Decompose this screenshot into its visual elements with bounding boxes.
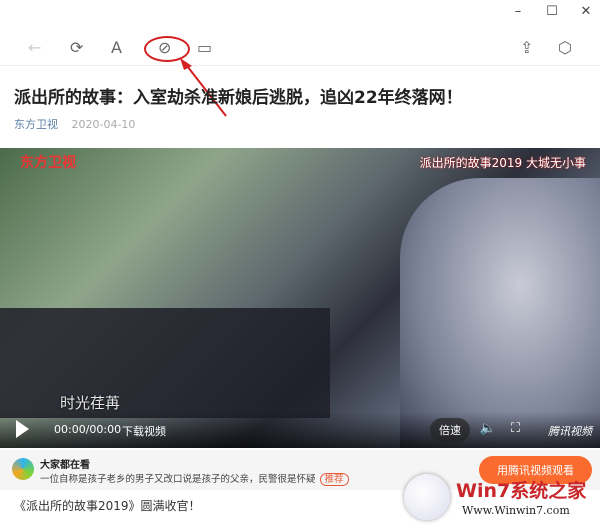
download-video-button[interactable]: 下载视频 bbox=[122, 423, 166, 439]
tencent-video-logo-icon bbox=[12, 458, 34, 480]
article-source[interactable]: 东方卫视 bbox=[14, 118, 58, 131]
refresh-icon[interactable]: ⟳ bbox=[70, 38, 83, 57]
video-time: 00:00/00:00 bbox=[54, 423, 122, 436]
toolbar: ← ⟳ A ⊘ ▭ ⇪ ⬡ bbox=[0, 34, 600, 66]
volume-icon[interactable]: 🔈 bbox=[480, 421, 496, 436]
watermark-name: Win7系统之家 bbox=[456, 480, 587, 502]
article-date: 2020-04-10 bbox=[71, 118, 136, 131]
video-monitors bbox=[0, 308, 330, 418]
close-button[interactable]: ✕ bbox=[578, 4, 594, 19]
video-controls: 00:00/00:00 下载视频 倍速 🔈 ⛶ 腾讯视频 bbox=[0, 412, 600, 448]
share-icon[interactable]: ⇪ bbox=[520, 38, 533, 57]
reader-mode-icon[interactable]: ▭ bbox=[197, 38, 212, 57]
maximize-button[interactable]: ☐ bbox=[544, 4, 560, 19]
speed-button[interactable]: 倍速 bbox=[430, 418, 470, 442]
video-person bbox=[400, 178, 600, 448]
watermark-url: Www.Winwin7.com bbox=[462, 504, 570, 517]
recommend-tag: 推荐 bbox=[319, 473, 349, 486]
font-icon[interactable]: A bbox=[111, 38, 122, 57]
minimize-button[interactable]: – bbox=[510, 4, 526, 19]
video-caption: 时光荏苒 bbox=[60, 394, 121, 412]
cube-icon[interactable]: ⬡ bbox=[558, 38, 572, 57]
recommend-desc-text: 一位自称是孩子老乡的男子又改口说是孩子的父亲，民警很是怀疑 bbox=[40, 474, 316, 485]
site-watermark: Win7系统之家 Www.Winwin7.com bbox=[404, 474, 594, 524]
article-title: 派出所的故事：入室劫杀准新娘后逃脱，追凶22年终落网！ bbox=[14, 88, 463, 108]
play-icon[interactable] bbox=[16, 420, 29, 438]
recommend-desc[interactable]: 一位自称是孩子老乡的男子又改口说是孩子的父亲，民警很是怀疑 推荐 bbox=[40, 471, 349, 486]
video-player[interactable]: 东方卫视 派出所的故事2019 大城无小事 时光荏苒 00:00/00:00 下… bbox=[0, 148, 600, 448]
article-body: 《派出所的故事2019》圆满收官！ bbox=[14, 499, 201, 513]
recommend-title: 大家都在看 bbox=[40, 460, 90, 471]
windows-logo-icon bbox=[404, 474, 450, 520]
article-meta: 东方卫视 2020-04-10 bbox=[14, 116, 135, 132]
back-icon[interactable]: ← bbox=[28, 38, 41, 57]
show-watermark: 派出所的故事2019 大城无小事 bbox=[419, 156, 586, 170]
channel-logo: 东方卫视 bbox=[20, 155, 76, 171]
fullscreen-icon[interactable]: ⛶ bbox=[511, 421, 520, 436]
tencent-video-brand[interactable]: 腾讯视频 bbox=[548, 423, 592, 439]
window-controls: – ☐ ✕ bbox=[510, 4, 594, 19]
